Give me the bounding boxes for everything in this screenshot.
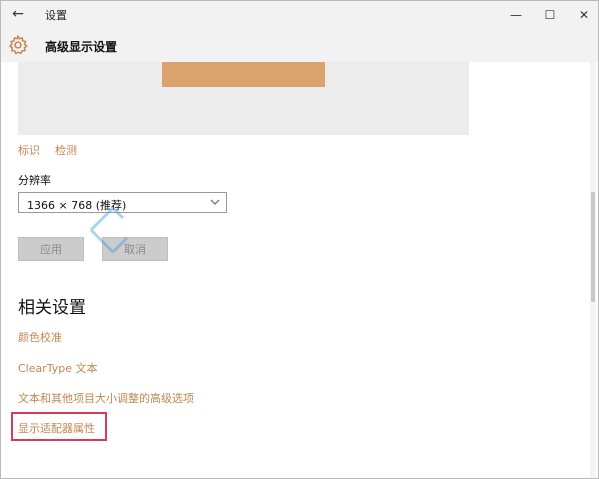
maximize-icon: ☐ [544,7,556,22]
close-button[interactable]: ✕ [567,1,598,28]
advanced-text-sizing-link[interactable]: 文本和其他项目大小调整的高级选项 [18,390,194,406]
maximize-button[interactable]: ☐ [533,1,567,28]
cleartype-text-link[interactable]: ClearType 文本 [18,360,98,376]
window-title: 设置 [45,9,67,22]
back-button[interactable]: ← [7,4,29,24]
scrollbar-thumb[interactable] [591,192,595,302]
main-content: 标识 检测 分辨率 1366 × 768 (推荐) 应用 取消 相关设置 颜色校… [1,62,581,478]
monitor-tile[interactable] [162,62,325,87]
page-title: 高级显示设置 [45,40,118,54]
display-adapter-properties-link[interactable]: 显示适配器属性 [18,420,95,436]
apply-button[interactable]: 应用 [18,237,84,261]
page-header: 高级显示设置 [1,28,598,62]
apply-button-label: 应用 [40,243,62,256]
minimize-icon: — [510,7,522,22]
vertical-scrollbar[interactable] [590,62,596,478]
minimize-button[interactable]: — [499,1,533,28]
detect-link[interactable]: 检测 [55,142,77,158]
watermark-logo [89,206,129,254]
resolution-label: 分辨率 [18,174,51,187]
chevron-down-icon [210,199,220,205]
color-calibration-link[interactable]: 颜色校准 [18,329,62,345]
settings-window: ← 设置 — ☐ ✕ 高级显示设置 标识 检测 分辨率 1366 × 768 (… [0,0,599,479]
identify-link[interactable]: 标识 [18,142,40,158]
gear-icon [8,34,28,55]
title-bar: ← 设置 — ☐ ✕ [1,1,598,28]
close-icon: ✕ [578,7,590,22]
related-settings-heading: 相关设置 [18,298,86,318]
back-arrow-icon: ← [12,6,24,22]
display-arrangement-area[interactable] [18,62,469,135]
